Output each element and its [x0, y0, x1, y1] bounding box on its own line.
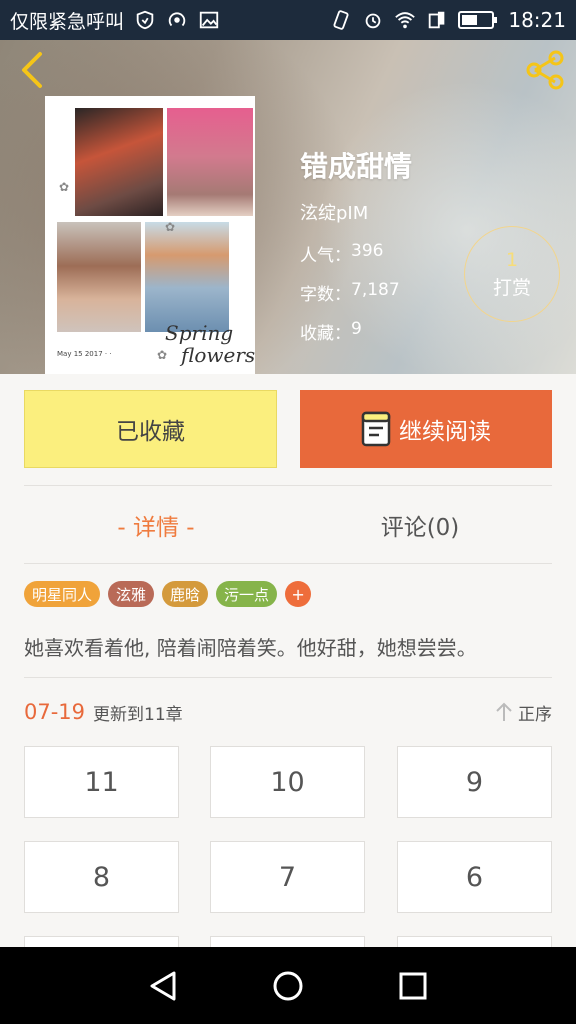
- book-title: 错成甜情: [300, 150, 413, 183]
- chapter-button[interactable]: 7: [210, 841, 365, 913]
- stat-value: 396: [351, 241, 384, 261]
- cover-small-text: May 15 2017 · ·: [57, 350, 112, 358]
- tag[interactable]: 鹿晗: [162, 581, 209, 607]
- tab-comments[interactable]: 评论(0): [288, 487, 552, 563]
- cover-photo: [145, 222, 229, 332]
- square-recents-icon: [399, 972, 427, 999]
- cover-script-line: flowers: [181, 343, 255, 367]
- arrow-up-icon: [496, 702, 512, 721]
- cover-photo: [167, 108, 253, 216]
- nav-back-button[interactable]: [139, 962, 187, 1010]
- tag[interactable]: 污一点: [216, 581, 278, 607]
- book-author[interactable]: 泫绽pIM: [300, 199, 412, 225]
- popularity-stat: 人气： 396: [300, 241, 412, 266]
- continue-reading-button[interactable]: 继续阅读: [300, 390, 552, 468]
- chapter-button[interactable]: 9: [397, 746, 552, 818]
- book-header: ✿ ✿ ✿ Spring flowers May 15 2017 · · 错成甜…: [0, 40, 576, 374]
- chapter-button[interactable]: 8: [24, 841, 179, 913]
- book-icon: [361, 411, 391, 447]
- circle-home-icon: [273, 971, 303, 1000]
- divider: [24, 677, 552, 678]
- tag-list: 明星同人 泫雅 鹿晗 污一点 +: [24, 581, 312, 607]
- back-button[interactable]: [14, 50, 50, 90]
- book-info: 错成甜情 泫绽pIM 人气： 396 字数： 7,187 收藏： 9: [300, 145, 412, 358]
- chevron-left-icon: [22, 52, 42, 88]
- reward-label: 打赏: [492, 276, 531, 299]
- nav-home-button[interactable]: [264, 962, 312, 1010]
- chapter-button[interactable]: 10: [210, 746, 365, 818]
- tab-bar: - 详情 - 评论(0): [24, 487, 552, 563]
- update-row: 07-19 更新到11章 正序: [24, 697, 552, 727]
- system-nav-bar: [0, 947, 576, 1024]
- cover-photo: [75, 108, 163, 216]
- stat-value: 9: [351, 319, 362, 339]
- triangle-back-icon: [150, 971, 176, 1000]
- continue-reading-label: 继续阅读: [399, 419, 491, 445]
- chapter-button[interactable]: 6: [397, 841, 552, 913]
- stat-label: 字数：: [300, 285, 351, 305]
- tag[interactable]: 泫雅: [108, 581, 155, 607]
- action-buttons: 已收藏 继续阅读: [24, 390, 552, 468]
- status-bar: 仅限紧急呼叫 18:21: [0, 0, 576, 40]
- sim-card-icon: [426, 9, 448, 31]
- battery-icon: [458, 11, 498, 29]
- vpn-shield-icon: [134, 9, 156, 31]
- hotspot-icon: [166, 9, 188, 31]
- update-date: 07-19: [24, 700, 86, 724]
- share-icon: [526, 50, 564, 90]
- app-screen: 仅限紧急呼叫 18:21 ✿ ✿ ✿ Spring flowers May 15…: [0, 0, 576, 1024]
- book-description: 她喜欢看着他, 陪着闹陪着笑。他好甜，她想尝尝。: [24, 636, 477, 660]
- cover-script-text: Spring flowers: [165, 322, 255, 366]
- collected-button[interactable]: 已收藏: [24, 390, 277, 468]
- alarm-icon: [362, 9, 384, 31]
- chapter-button[interactable]: 11: [24, 746, 179, 818]
- reward-count: 1: [505, 248, 519, 271]
- stat-label: 收藏：: [300, 324, 351, 344]
- flower-icon: ✿: [59, 180, 70, 194]
- sort-label: 正序: [518, 704, 552, 725]
- image-icon: [198, 9, 220, 31]
- sort-toggle[interactable]: 正序: [494, 700, 552, 725]
- book-cover[interactable]: ✿ ✿ ✿ Spring flowers May 15 2017 · ·: [45, 96, 255, 374]
- favorites-stat: 收藏： 9: [300, 319, 412, 344]
- nav-recents-button[interactable]: [389, 962, 437, 1010]
- carrier-text: 仅限紧急呼叫: [10, 10, 125, 33]
- reward-button[interactable]: 1 打赏: [464, 226, 560, 322]
- divider: [24, 485, 552, 486]
- add-tag-button[interactable]: +: [285, 581, 312, 607]
- tab-details[interactable]: - 详情 -: [24, 487, 288, 563]
- clock: 18:21: [508, 8, 566, 32]
- cover-photo: [57, 222, 141, 332]
- vibrate-icon: [330, 9, 352, 31]
- battery-fill: [462, 15, 478, 25]
- wifi-icon: [394, 9, 416, 31]
- share-button[interactable]: [522, 50, 568, 90]
- cover-script-line: Spring: [165, 321, 234, 345]
- word-count-stat: 字数： 7,187: [300, 280, 412, 305]
- update-text: 更新到11章: [93, 704, 183, 725]
- stat-value: 7,187: [351, 280, 400, 300]
- flower-icon: ✿: [165, 220, 176, 234]
- stat-label: 人气：: [300, 246, 351, 266]
- divider: [24, 563, 552, 564]
- tag[interactable]: 明星同人: [24, 581, 101, 607]
